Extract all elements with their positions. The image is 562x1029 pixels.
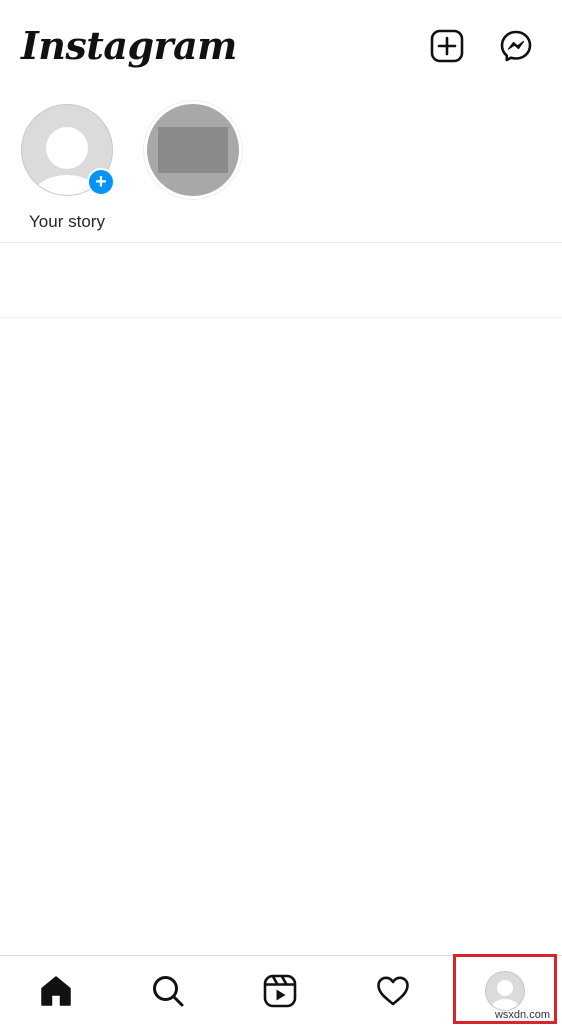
nav-profile[interactable] xyxy=(480,968,530,1014)
add-story-icon[interactable]: + xyxy=(87,168,115,196)
reels-icon xyxy=(263,974,297,1008)
nav-home[interactable] xyxy=(31,968,81,1014)
search-icon xyxy=(153,976,184,1007)
new-post-button[interactable] xyxy=(429,28,465,64)
story-your-story[interactable]: + Your story xyxy=(12,96,122,232)
stories-tray: + Your story xyxy=(0,96,562,242)
instagram-logo[interactable]: Instagram xyxy=(21,22,237,70)
profile-avatar-head xyxy=(497,980,513,996)
blurred-image xyxy=(158,127,228,173)
top-header: Instagram xyxy=(0,0,562,92)
story-label: Your story xyxy=(29,212,105,231)
profile-avatar-icon xyxy=(485,971,525,1011)
messenger-icon xyxy=(500,30,532,62)
home-icon xyxy=(41,976,71,1006)
messenger-button[interactable] xyxy=(498,28,534,64)
nav-activity[interactable] xyxy=(368,968,418,1014)
bottom-nav xyxy=(0,955,562,1029)
nav-search[interactable] xyxy=(143,968,193,1014)
story-ring xyxy=(143,100,243,200)
stories-divider xyxy=(0,242,562,243)
plus-square-icon xyxy=(430,29,464,63)
nav-reels[interactable] xyxy=(255,968,305,1014)
story-avatar xyxy=(147,104,239,196)
instagram-home-screen: Instagram + Your story wsxdn.com xyxy=(0,0,562,1029)
your-story-avatar-wrap: + xyxy=(21,104,115,196)
heart-icon xyxy=(377,976,409,1006)
watermark: wsxdn.com xyxy=(494,1009,550,1021)
avatar-head xyxy=(46,127,88,169)
feed-divider xyxy=(0,317,562,318)
story-item[interactable] xyxy=(138,96,248,216)
